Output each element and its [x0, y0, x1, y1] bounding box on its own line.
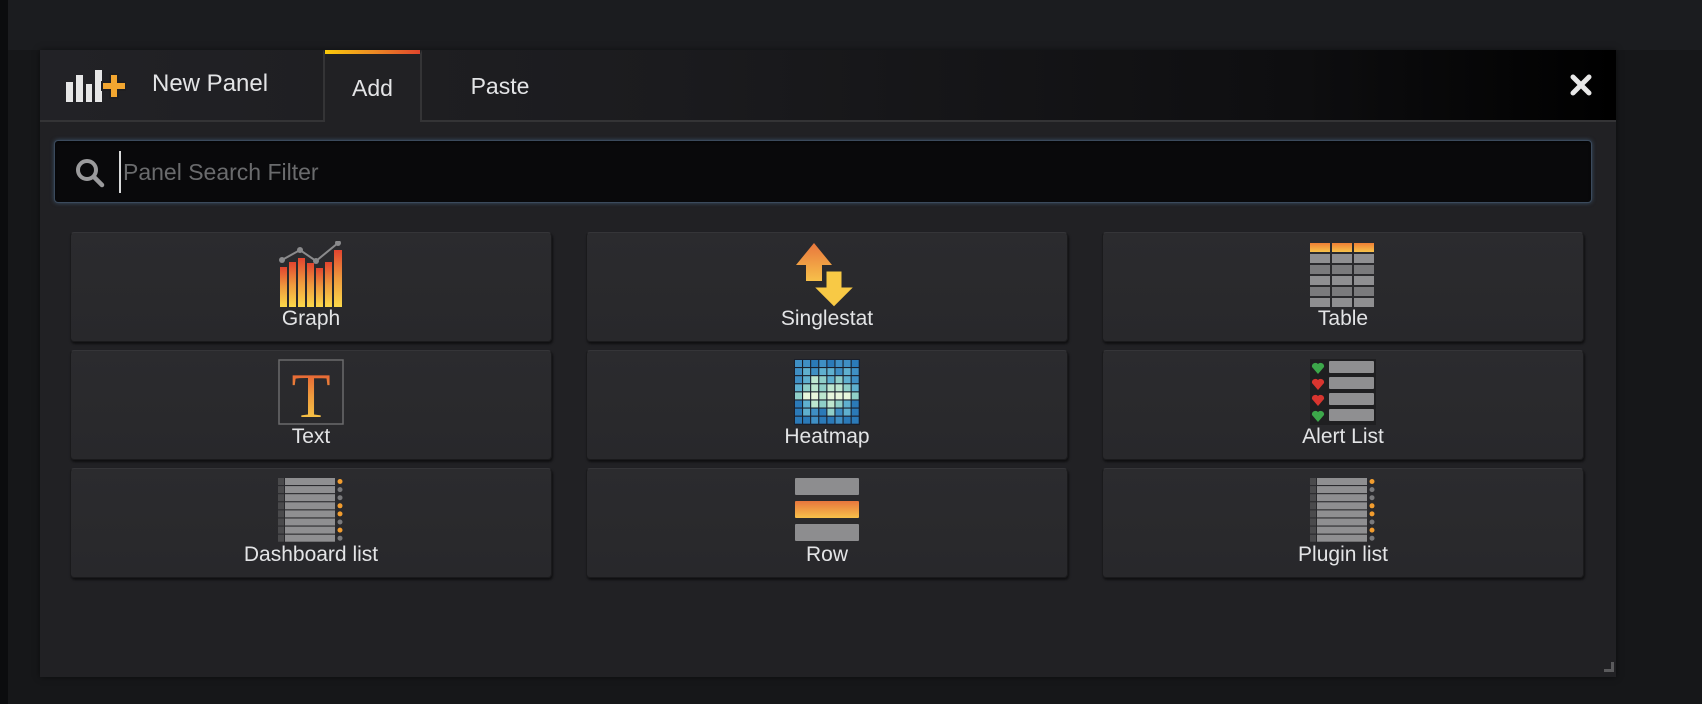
dashboard-list-icon — [278, 478, 343, 542]
panel-search-input[interactable] — [119, 151, 1565, 193]
close-icon[interactable] — [1568, 72, 1594, 98]
singlestat-icon — [796, 243, 856, 307]
search-icon — [76, 159, 105, 188]
panel-tile-plugin-list[interactable]: Plugin list — [1102, 468, 1584, 578]
alert-list-icon — [1310, 359, 1376, 425]
text-icon: T — [278, 359, 344, 425]
resize-handle-icon[interactable] — [1604, 662, 1614, 672]
panel-tile-row[interactable]: Row — [586, 468, 1068, 578]
panel-tile-label: Row — [805, 543, 848, 566]
panel-tile-label: Heatmap — [784, 425, 870, 448]
tab-paste[interactable]: Paste — [452, 52, 548, 120]
panel-tile-label: Alert List — [1302, 425, 1384, 448]
panel-tile-label: Table — [1317, 307, 1369, 330]
panel-tile-label: Singlestat — [780, 307, 874, 330]
table-icon — [1310, 243, 1374, 307]
panel-tile-heatmap[interactable]: Heatmap — [586, 350, 1068, 460]
page-edge — [0, 0, 8, 704]
dialog-header: New Panel Add Paste — [40, 50, 1616, 122]
panel-tile-text[interactable]: T Text — [70, 350, 552, 460]
new-panel-dialog: New Panel Add Paste Panel Search Filter … — [40, 50, 1616, 677]
dialog-title: New Panel — [152, 70, 269, 97]
heatmap-icon — [794, 359, 860, 425]
graph-icon — [279, 241, 342, 307]
panel-tile-label: Text — [291, 425, 331, 448]
panel-tile-graph[interactable]: Graph — [70, 232, 552, 342]
tab-add[interactable]: Add — [323, 50, 422, 122]
panel-search-box — [54, 140, 1592, 203]
panel-tile-label: Dashboard list — [243, 543, 379, 566]
row-icon — [795, 478, 859, 541]
svg-text:T: T — [291, 360, 330, 425]
panel-tile-label: Plugin list — [1298, 543, 1388, 566]
plugin-list-icon — [1310, 478, 1375, 542]
panel-tile-label: Graph — [281, 307, 341, 330]
add-panel-icon — [66, 70, 126, 102]
panel-tile-singlestat[interactable]: Singlestat — [586, 232, 1068, 342]
panel-tile-dashboard-list[interactable]: Dashboard list — [70, 468, 552, 578]
panel-tile-alert-list[interactable]: Alert List — [1102, 350, 1584, 460]
page-background — [8, 0, 1702, 50]
panel-tile-table[interactable]: Table — [1102, 232, 1584, 342]
